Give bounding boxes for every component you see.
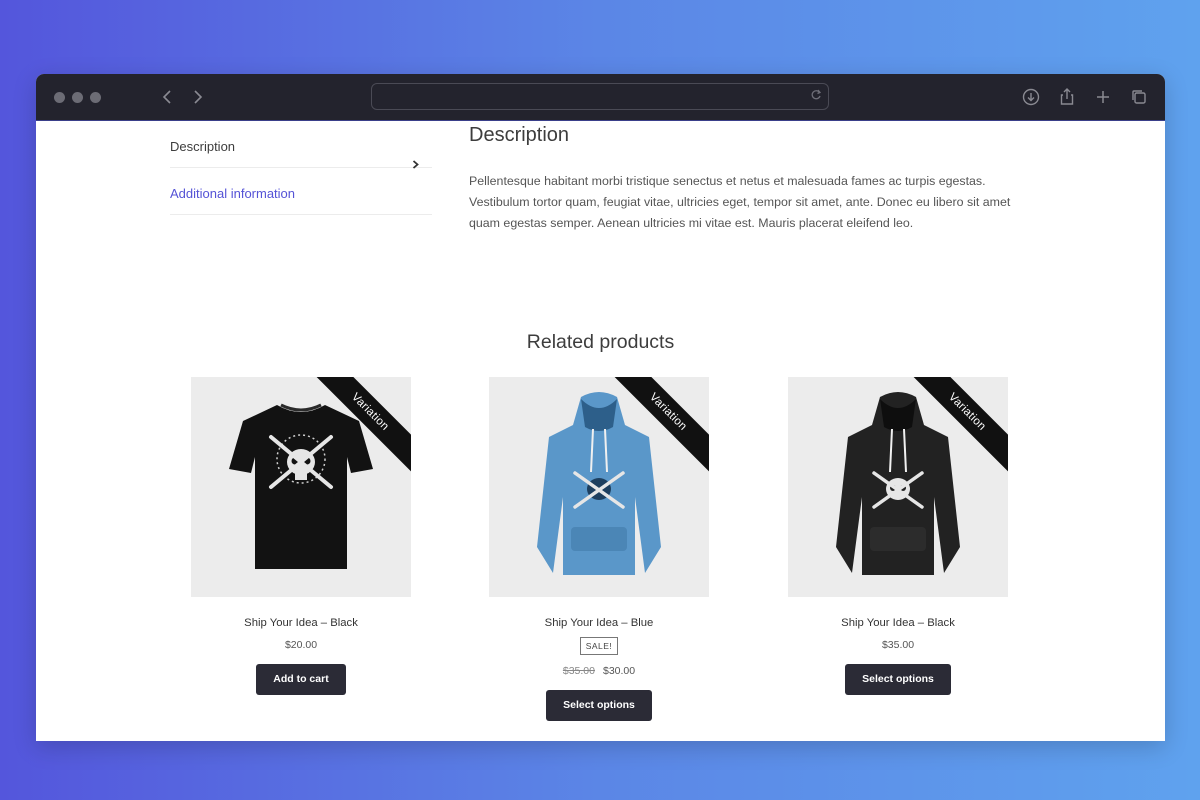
forward-icon[interactable]: [187, 86, 207, 108]
select-options-button[interactable]: Select options: [845, 664, 951, 695]
product-image[interactable]: Variation: [788, 377, 1008, 597]
current-price: $35.00: [881, 639, 915, 651]
browser-toolbar: [36, 74, 1165, 121]
page-content: Description Additional information Descr…: [36, 121, 1165, 741]
product-name[interactable]: Ship Your Idea – Black: [788, 617, 1008, 629]
chevron-right-icon: [411, 139, 420, 169]
product-card: Variation Ship Your Idea – Blue SALE! $3…: [489, 377, 709, 721]
product-image[interactable]: Variation: [191, 377, 411, 597]
sale-badge: SALE!: [579, 637, 619, 655]
new-tab-icon[interactable]: [1092, 86, 1114, 108]
back-icon[interactable]: [158, 86, 178, 108]
tabs-overview-icon[interactable]: [1128, 86, 1150, 108]
product-card: Variation Ship Your Idea – Black $35.00 …: [788, 377, 1008, 695]
product-price: $35.00: [788, 639, 1008, 651]
download-icon[interactable]: [1020, 86, 1042, 108]
address-bar[interactable]: [371, 83, 829, 110]
product-name[interactable]: Ship Your Idea – Black: [191, 617, 411, 629]
current-price: $30.00: [603, 665, 636, 677]
product-name[interactable]: Ship Your Idea – Blue: [489, 617, 709, 629]
product-image[interactable]: Variation: [489, 377, 709, 597]
old-price: $35.00: [562, 665, 595, 677]
description-text: Pellentesque habitant morbi tristique se…: [469, 174, 1011, 230]
reload-icon[interactable]: [810, 88, 822, 105]
product-tabs: Description Additional information: [170, 121, 432, 215]
product-price: $35.00 $30.00: [489, 665, 709, 677]
window-control-dot[interactable]: [90, 92, 101, 103]
product-price: $20.00: [191, 639, 411, 651]
related-products-heading: Related products: [526, 331, 675, 353]
select-options-button[interactable]: Select options: [546, 690, 652, 721]
description-heading: Description: [469, 124, 570, 146]
browser-window: Description Additional information Descr…: [36, 74, 1165, 741]
share-icon[interactable]: [1056, 86, 1078, 108]
tab-description[interactable]: Description: [170, 121, 432, 169]
tab-label: Additional information: [170, 186, 296, 201]
window-control-dot[interactable]: [54, 92, 65, 103]
current-price: $20.00: [284, 639, 318, 651]
window-control-dot[interactable]: [72, 92, 83, 103]
tab-additional-information[interactable]: Additional information: [170, 168, 432, 215]
product-card: Variation Ship Your Idea – Black $20.00 …: [191, 377, 411, 695]
tab-label: Description: [170, 139, 236, 154]
add-to-cart-button[interactable]: Add to cart: [256, 664, 346, 695]
